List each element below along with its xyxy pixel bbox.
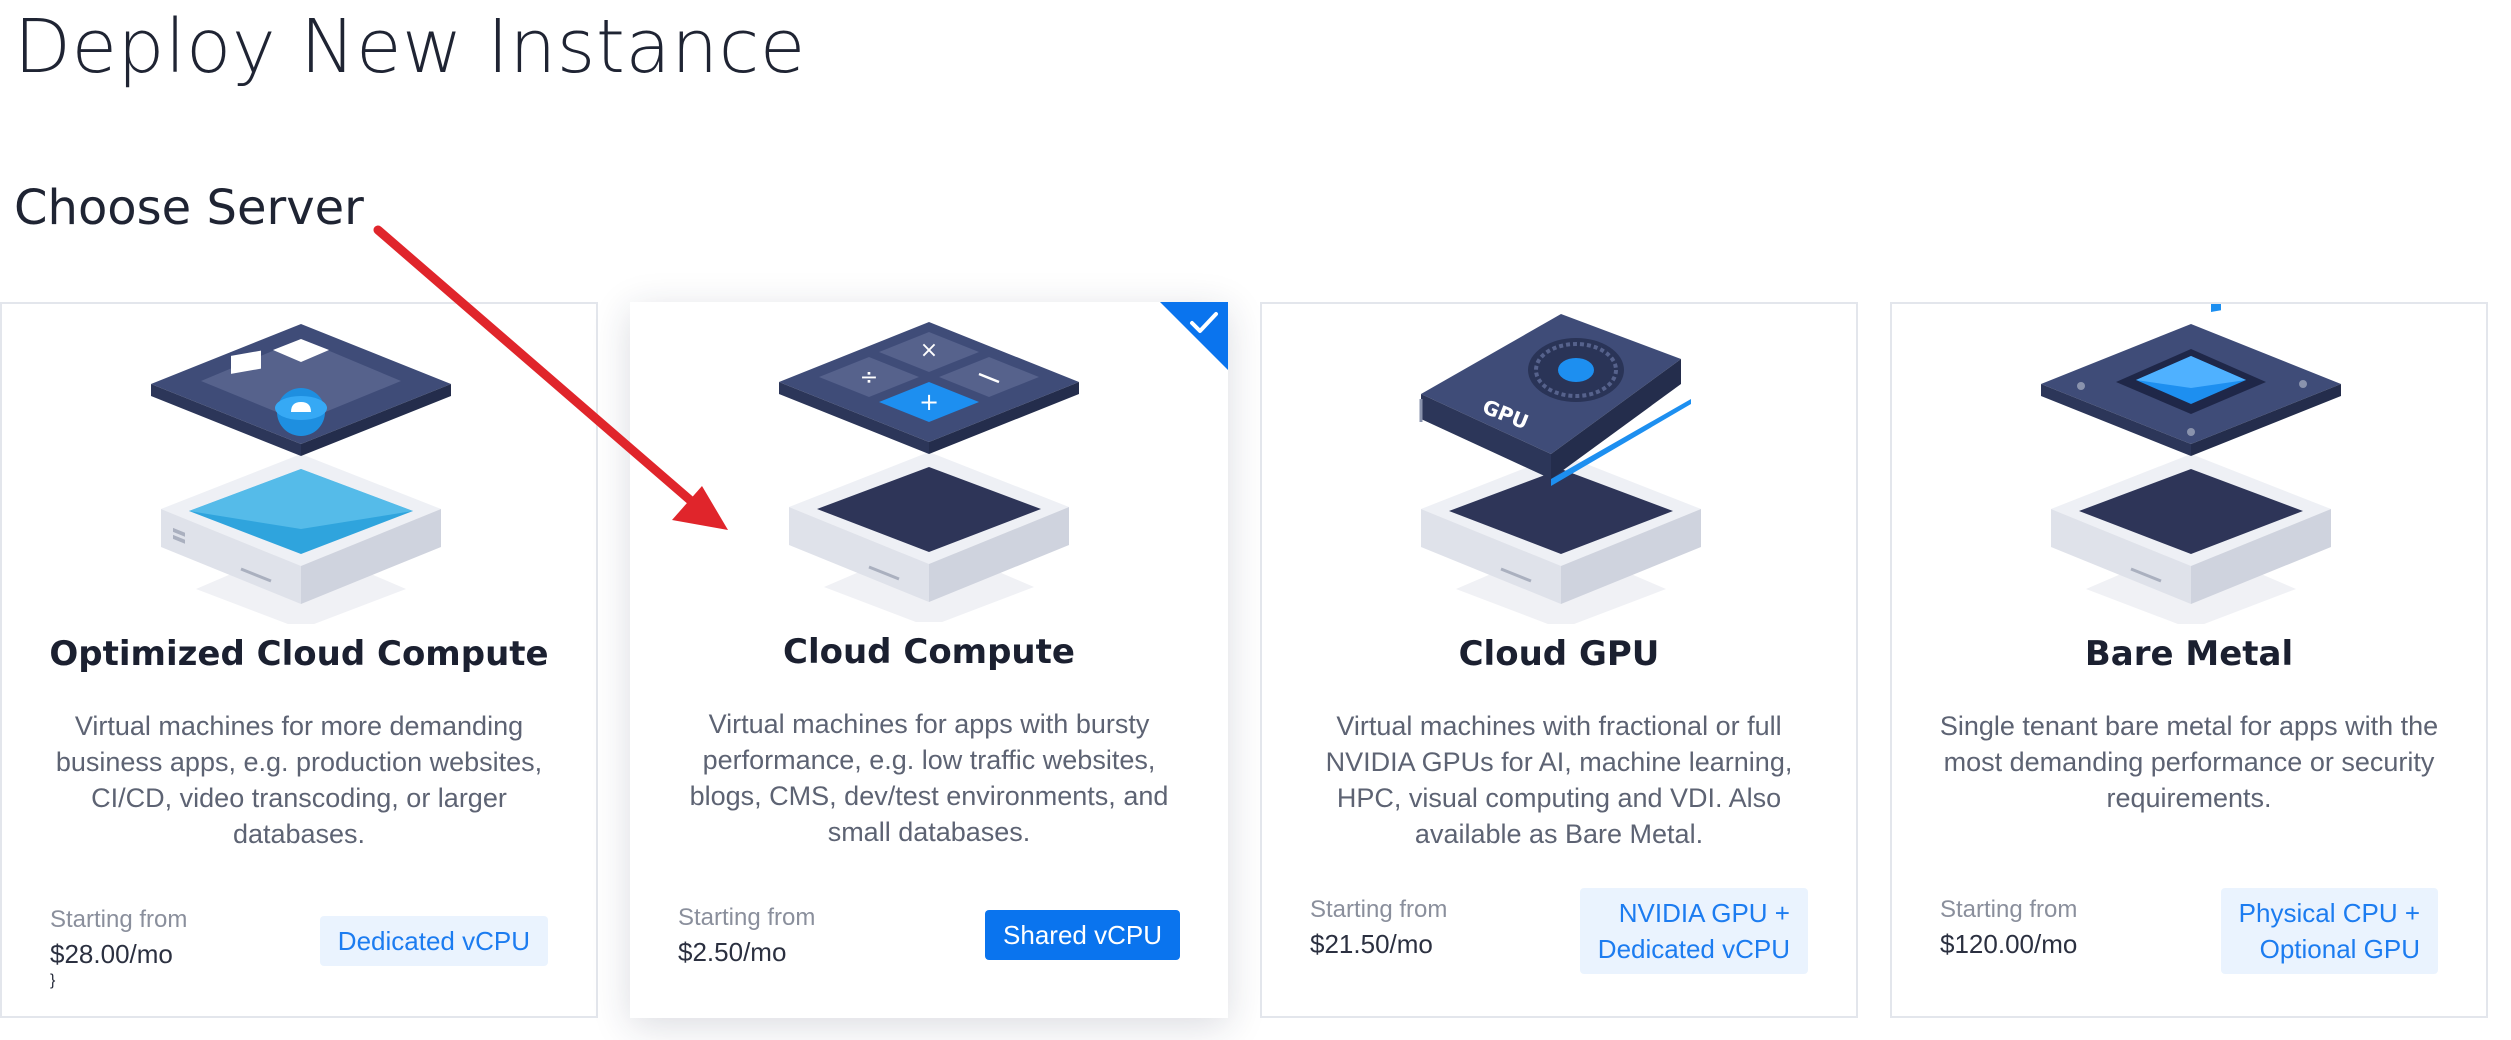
starting-from-label: Starting from (1940, 896, 2078, 923)
starting-from-label: Starting from (50, 906, 188, 933)
svg-text:×: × (920, 338, 938, 363)
starting-from-label: Starting from (678, 904, 816, 931)
card-title: Bare Metal (2084, 634, 2294, 674)
cloud-chip-server-icon (151, 324, 451, 624)
price: $120.00/mo (1940, 929, 2078, 959)
price: $28.00/mo (50, 939, 173, 969)
svg-text:+: + (919, 388, 939, 416)
card-cloud-compute[interactable]: × ÷ + Cloud Compute Virtual machines for… (630, 302, 1228, 1018)
server-type-cards: Optimized Cloud Compute Virtual machines… (0, 302, 2511, 1018)
price: $21.50/mo (1310, 929, 1433, 959)
cpu-type-badge: Dedicated vCPU (319, 916, 548, 966)
card-title: Cloud Compute (783, 632, 1075, 672)
deploy-page: Deploy New Instance Choose Server Optimi… (0, 0, 2511, 1040)
cpu-type-badge: Physical CPU + Optional GPU (2220, 888, 2438, 974)
starting-from-label: Starting from (1310, 896, 1448, 923)
card-title: Optimized Cloud Compute (49, 634, 549, 674)
card-description: Virtual machines with fractional or full… (1325, 711, 1793, 849)
price: $2.50/mo (678, 937, 787, 967)
badge-line-2: Dedicated vCPU (1597, 934, 1790, 964)
gpu-card-server-icon: GPU (1419, 314, 1701, 624)
badge-line-1: Physical CPU + (2238, 898, 2420, 928)
cpu-type-badge: Shared vCPU (985, 910, 1180, 960)
card-title: Cloud GPU (1458, 634, 1660, 674)
badge-line-1: NVIDIA GPU + (1618, 898, 1790, 928)
card-description: Single tenant bare metal for apps with t… (1939, 711, 2439, 813)
card-cloud-gpu[interactable]: GPU Cloud GPU Virtual machines with frac… (1260, 302, 1858, 1018)
calculator-server-icon: × ÷ + (779, 322, 1079, 622)
section-title: Choose Server (14, 180, 364, 236)
badge-line-2: Optional GPU (2259, 934, 2420, 964)
cpu-type-badge: NVIDIA GPU + Dedicated vCPU (1579, 888, 1808, 974)
card-description: Virtual machines for apps with bursty pe… (689, 709, 1169, 847)
selected-check-icon (1160, 302, 1228, 370)
bare-metal-chip-server-icon (2041, 304, 2341, 624)
price-block: Starting from $2.50/mo (678, 902, 815, 970)
price-block: Starting from $21.50/mo (1310, 894, 1447, 962)
svg-text:÷: ÷ (860, 365, 878, 390)
card-description: Virtual machines for more demanding busi… (55, 711, 543, 849)
page-title: Deploy New Instance (14, 4, 806, 90)
card-bare-metal[interactable]: Bare Metal Single tenant bare metal for … (1890, 302, 2488, 1018)
price-block: Starting from $28.00/mo } (50, 906, 188, 989)
price-block: Starting from $120.00/mo (1940, 894, 2077, 962)
card-optimized-cloud-compute[interactable]: Optimized Cloud Compute Virtual machines… (0, 302, 598, 1018)
